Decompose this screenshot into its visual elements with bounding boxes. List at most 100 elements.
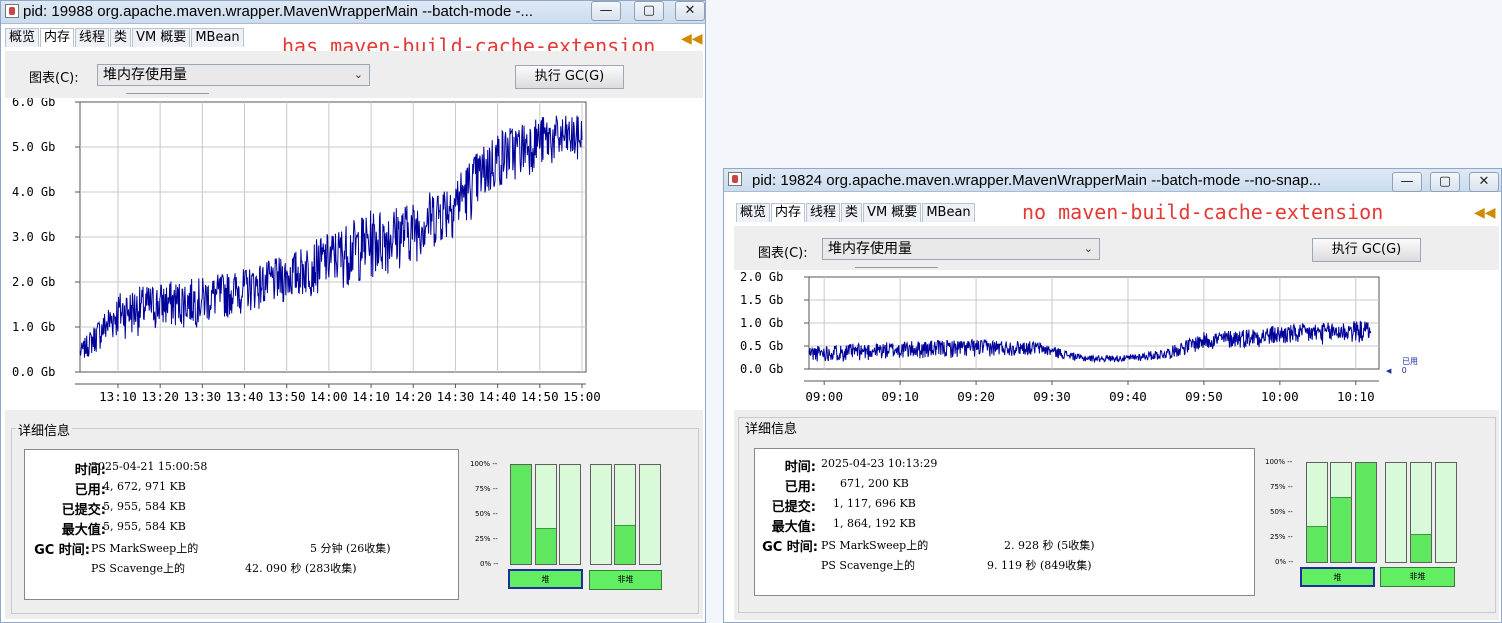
x-tick-label: 14:40 bbox=[479, 389, 517, 404]
tab-classes[interactable]: 类 bbox=[110, 28, 132, 47]
heap-pool-bar-fill bbox=[511, 465, 531, 564]
y-tick-label: 1.0 Gb bbox=[740, 316, 783, 330]
heap-pool-bar[interactable] bbox=[559, 464, 581, 565]
used-key: 已用: bbox=[784, 480, 816, 495]
chart-area: 6.0 Gb 5.0 Gb 4.0 Gb 3.0 Gb 2.0 Gb 1.0 Gb 0.0 … bbox=[5, 98, 703, 410]
x-tick-label: 10:10 bbox=[1337, 389, 1375, 404]
chart-select-value: 堆内存使用量 bbox=[828, 241, 912, 257]
window-title: pid: 19988 org.apache.maven.wrapper.Mave… bbox=[23, 3, 533, 20]
memory-pool-bars: 100% -- 75% -- 50% -- 25% -- 0% -- 堆 非堆 bbox=[1262, 454, 1496, 594]
tab-classes[interactable]: 类 bbox=[841, 203, 863, 222]
x-tick-label: 14:30 bbox=[437, 389, 475, 404]
heap-usage-chart: 2.0 Gb 1.5 Gb 1.0 Gb 0.5 Gb 0.0 Gb 09:00 09:10… bbox=[740, 270, 1380, 404]
heap-pool-bar-fill bbox=[1356, 463, 1376, 562]
java-app-icon bbox=[5, 4, 19, 18]
x-tick-label: 13:50 bbox=[268, 389, 306, 404]
pct-label-75: 75% -- bbox=[475, 485, 498, 493]
gc-marksweep-value: 5 分钟 (26收集) bbox=[310, 542, 391, 555]
x-tick-label: 09:20 bbox=[957, 389, 995, 404]
heap-pool-bar[interactable] bbox=[1355, 462, 1377, 563]
tab-mbean[interactable]: MBean bbox=[922, 203, 975, 222]
gc-time-key: GC 时间: bbox=[762, 540, 818, 555]
tab-mbean[interactable]: MBean bbox=[191, 28, 244, 47]
nonheap-pool-bar-fill bbox=[1411, 534, 1431, 562]
memory-panel: 图表(C): 堆内存使用量 ⌄ 执行 GC(G) 2.0 Gb 1.5 Gb 1.0… bbox=[734, 226, 1499, 620]
minimize-button[interactable]: — bbox=[1392, 172, 1422, 192]
nonheap-pool-bar[interactable] bbox=[590, 464, 612, 565]
title-bar[interactable]: pid: 19988 org.apache.maven.wrapper.Mave… bbox=[1, 1, 705, 24]
max-key: 最大值: bbox=[771, 520, 816, 535]
title-bar[interactable]: pid: 19824 org.apache.maven.wrapper.Mave… bbox=[724, 169, 1501, 192]
x-tick-label: 09:40 bbox=[1109, 389, 1147, 404]
tab-memory[interactable]: 内存 bbox=[40, 28, 75, 47]
tab-threads[interactable]: 线程 bbox=[75, 28, 110, 47]
pct-label-50: 50% -- bbox=[475, 510, 498, 518]
legend-value-text: 0 bbox=[1401, 366, 1407, 375]
pct-label-0: 0% -- bbox=[1275, 558, 1294, 566]
tab-threads[interactable]: 线程 bbox=[806, 203, 841, 222]
x-tick-label: 13:30 bbox=[184, 389, 222, 404]
heap-pool-bar-fill bbox=[536, 528, 556, 564]
nonheap-button[interactable]: 非堆 bbox=[589, 570, 662, 590]
maximize-button[interactable]: ▢ bbox=[634, 1, 664, 21]
committed-value: 5, 955, 584 KB bbox=[103, 500, 186, 513]
heap-pool-bar[interactable] bbox=[510, 464, 532, 565]
max-value: 1, 864, 192 KB bbox=[833, 517, 916, 530]
chart-tab-indicator bbox=[855, 267, 938, 268]
tab-bar: 概览 内存 线程类 VM 概要 MBean bbox=[5, 28, 245, 48]
x-tick-label: 13:20 bbox=[141, 389, 179, 404]
nonheap-pool-bar[interactable] bbox=[614, 464, 636, 565]
tab-overview[interactable]: 概览 bbox=[736, 203, 771, 222]
nonheap-button[interactable]: 非堆 bbox=[1380, 567, 1455, 587]
y-tick-label: 0.0 Gb bbox=[12, 365, 55, 379]
tab-overview[interactable]: 概览 bbox=[5, 28, 40, 47]
heap-pool-bar[interactable] bbox=[535, 464, 557, 565]
details-title: 详细信息 bbox=[16, 420, 73, 439]
gc-marksweep-name: PS MarkSweep上的 bbox=[91, 542, 199, 555]
committed-value: 1, 117, 696 KB bbox=[833, 497, 916, 510]
y-tick-label: 3.0 Gb bbox=[12, 230, 55, 244]
committed-key: 已提交: bbox=[771, 500, 816, 515]
chevron-down-icon: ⌄ bbox=[1083, 242, 1093, 255]
pct-label-50: 50% -- bbox=[1270, 508, 1293, 516]
speaker-icon: ◀◀ bbox=[681, 31, 703, 47]
heap-pool-bar[interactable] bbox=[1330, 462, 1352, 563]
chart-area: 2.0 Gb 1.5 Gb 1.0 Gb 0.5 Gb 0.0 Gb 09:00 09:10… bbox=[734, 270, 1499, 410]
chart-select-value: 堆内存使用量 bbox=[103, 67, 187, 83]
heap-button[interactable]: 堆 bbox=[508, 569, 583, 589]
maximize-button[interactable]: ▢ bbox=[1430, 172, 1460, 192]
used-value: 671, 200 KB bbox=[840, 477, 909, 490]
minimize-button[interactable]: — bbox=[591, 1, 621, 21]
pct-label-75: 75% -- bbox=[1270, 483, 1293, 491]
gc-scavenge-value: 9. 119 秒 (849收集) bbox=[987, 559, 1092, 572]
x-tick-label: 14:20 bbox=[394, 389, 432, 404]
tab-vm-summary[interactable]: VM 概要 bbox=[863, 203, 922, 222]
nonheap-pool-bar[interactable] bbox=[639, 464, 661, 565]
heap-pool-bar[interactable] bbox=[1306, 462, 1328, 563]
memory-pool-bars: 100% -- 75% -- 50% -- 25% -- 0% -- 堆 非堆 bbox=[467, 456, 697, 596]
nonheap-pool-bar[interactable] bbox=[1385, 462, 1407, 563]
perform-gc-button[interactable]: 执行 GC(G) bbox=[1312, 238, 1421, 262]
committed-key: 已提交: bbox=[61, 503, 106, 518]
tab-bar: 概览 内存 线程类 VM 概要 MBean bbox=[736, 203, 976, 223]
chart-select[interactable]: 堆内存使用量 ⌄ bbox=[822, 238, 1100, 260]
perform-gc-button[interactable]: 执行 GC(G) bbox=[515, 65, 624, 89]
nonheap-pool-bar[interactable] bbox=[1435, 462, 1457, 563]
tab-vm-summary[interactable]: VM 概要 bbox=[132, 28, 191, 47]
chart-tab-indicator bbox=[126, 93, 209, 94]
memory-panel: 图表(C): 堆内存使用量 ⌄ 执行 GC(G) 6.0 Gb 5.0 Gb 4.0… bbox=[5, 51, 703, 619]
window-title: pid: 19824 org.apache.maven.wrapper.Mave… bbox=[752, 172, 1322, 189]
legend-value: ◀ 0 bbox=[1386, 366, 1407, 375]
java-app-icon bbox=[728, 172, 742, 186]
close-button[interactable]: ✕ bbox=[675, 1, 705, 21]
tab-memory[interactable]: 内存 bbox=[771, 203, 806, 222]
chart-label: 图表(C): bbox=[758, 246, 808, 261]
gc-time-key: GC 时间: bbox=[34, 543, 90, 558]
close-button[interactable]: ✕ bbox=[1469, 172, 1499, 192]
nonheap-pool-bar[interactable] bbox=[1410, 462, 1432, 563]
y-tick-label: 1.0 Gb bbox=[12, 320, 55, 334]
x-tick-label: 09:30 bbox=[1033, 389, 1071, 404]
chart-select[interactable]: 堆内存使用量 ⌄ bbox=[97, 64, 370, 86]
heap-button[interactable]: 堆 bbox=[1300, 567, 1375, 587]
jconsole-window-2: pid: 19824 org.apache.maven.wrapper.Mave… bbox=[723, 168, 1502, 623]
